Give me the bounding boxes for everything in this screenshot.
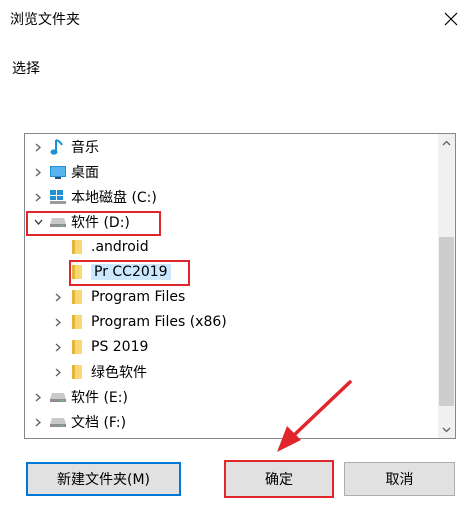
browse-folder-dialog: 浏览文件夹 选择 音乐 桌面 本地磁盘 (C:) 软件 (D:) .android Pr … <box>0 0 475 515</box>
annotation-arrow <box>277 380 352 452</box>
